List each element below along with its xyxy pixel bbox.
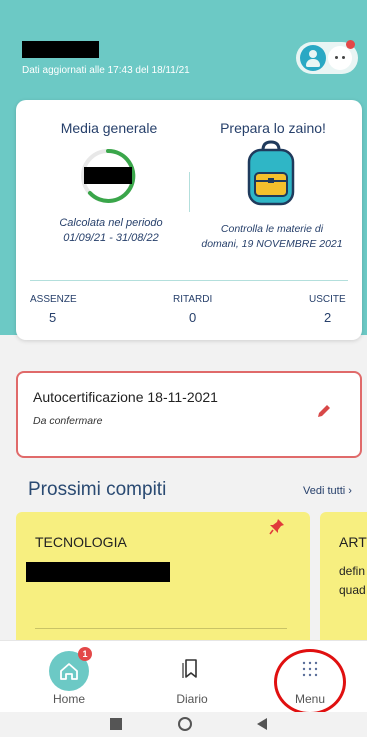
backpack-text-line1: Controlla le materie di (220, 223, 324, 235)
stat-delays-label[interactable]: RITARDI (173, 294, 212, 305)
nav-home[interactable]: 1 Home (0, 641, 138, 713)
backpack-date: domani, 19 NOVEMBRE 2021 (201, 238, 343, 250)
backpack-text: Controlla le materie di domani, 19 NOVEM… (192, 222, 352, 252)
system-navigation-bar (0, 712, 367, 737)
nav-home-label: Home (52, 692, 85, 706)
period-text: Calcolata nel periodo 01/09/21 - 31/08/2… (30, 216, 192, 246)
vertical-divider (189, 172, 190, 212)
homework-card[interactable]: TECNOLOGIA (16, 512, 310, 652)
stat-delays-value[interactable]: 0 (189, 310, 196, 325)
notification-dot (346, 40, 355, 49)
homework-description: defin quad (339, 562, 366, 600)
backpack-title[interactable]: Prepara lo zaino! (198, 120, 348, 136)
back-icon[interactable] (256, 717, 268, 731)
redacted-average-value (84, 167, 132, 184)
edit-pencil-icon[interactable] (316, 403, 332, 419)
certificate-title: Autocertificazione 18-11-2021 (33, 389, 218, 405)
student-avatar-icon (328, 46, 352, 70)
card-divider (35, 628, 287, 629)
homework-subject: TECNOLOGIA (35, 534, 127, 550)
pin-icon[interactable] (269, 518, 285, 536)
home-system-icon[interactable] (178, 717, 192, 731)
bottom-navigation: 1 Home Diario Menu (0, 640, 367, 715)
menu-highlight-circle (274, 649, 346, 715)
horizontal-divider (30, 280, 348, 281)
period-range: 01/09/21 - 31/08/22 (63, 232, 159, 244)
average-gauge[interactable] (78, 146, 138, 206)
homework-section-title: Prossimi compiti (28, 479, 167, 500)
self-certification-card[interactable]: Autocertificazione 18-11-2021 Da conferm… (16, 371, 362, 458)
redacted-user-name (22, 41, 99, 58)
homework-description-line1: defin (339, 564, 366, 578)
period-label: Calcolata nel periodo (59, 217, 163, 229)
profile-avatar-button[interactable] (296, 40, 358, 74)
homework-subject: ART (339, 534, 367, 550)
bookmark-icon (182, 659, 197, 678)
last-update-text: Dati aggiornati alle 17:43 del 18/11/21 (22, 65, 190, 76)
home-notification-badge: 1 (78, 647, 92, 661)
user-icon (300, 45, 326, 71)
summary-card: Media generale Calcolata nel periodo 01/… (16, 100, 362, 340)
recent-apps-icon[interactable] (110, 718, 122, 730)
redacted-homework-text (26, 562, 170, 582)
see-all-link[interactable]: Vedi tutti › (303, 485, 352, 497)
stat-exits-label[interactable]: USCITE (309, 294, 346, 305)
stat-absences-value[interactable]: 5 (49, 310, 56, 325)
nav-diary-label: Diario (176, 692, 208, 706)
homework-card[interactable]: ART defin quad (320, 512, 367, 652)
average-title[interactable]: Media generale (40, 120, 178, 136)
stat-absences-label[interactable]: ASSENZE (30, 294, 77, 305)
nav-diary[interactable]: Diario (138, 641, 248, 713)
backpack-icon[interactable] (246, 140, 296, 206)
stat-exits-value[interactable]: 2 (324, 310, 331, 325)
certificate-status: Da confermare (33, 415, 103, 427)
homework-description-line2: quad (339, 583, 366, 597)
